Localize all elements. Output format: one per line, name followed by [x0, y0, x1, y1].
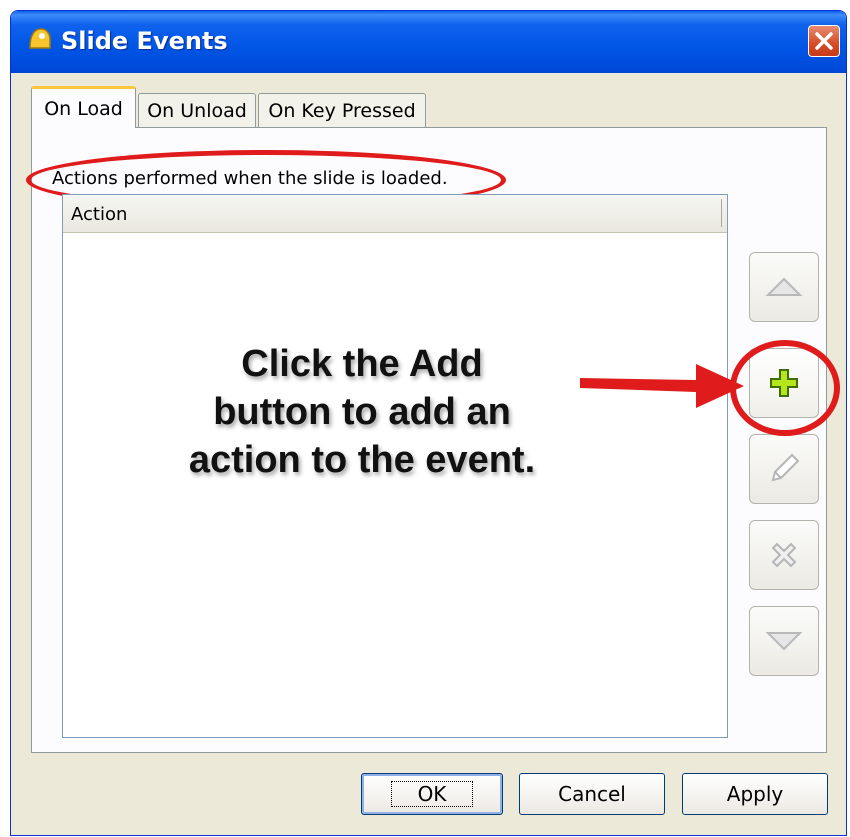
ok-button[interactable]: OK — [361, 773, 503, 815]
slide-events-dialog: Slide Events On Load On Unload On Key Pr… — [10, 10, 847, 836]
title-bar: Slide Events — [11, 11, 846, 73]
delete-action-button[interactable] — [749, 520, 819, 590]
pencil-icon — [771, 453, 800, 482]
column-divider — [721, 199, 722, 227]
tab-on-unload[interactable]: On Unload — [138, 93, 256, 127]
annotation-arrow-icon — [580, 364, 744, 408]
annotation-line-3: action to the event. — [188, 439, 536, 481]
tab-panel-on-load: Actions performed when the slide is load… — [26, 127, 840, 753]
panel-description: Actions performed when the slide is load… — [52, 168, 448, 189]
x-icon — [771, 542, 797, 568]
table-header: Action — [63, 195, 727, 233]
arrow-down-icon — [765, 632, 803, 651]
column-header-action[interactable]: Action — [71, 204, 127, 225]
cancel-button[interactable]: Cancel — [519, 773, 665, 815]
move-down-button[interactable] — [749, 606, 819, 676]
edit-action-button[interactable] — [749, 434, 819, 504]
window-title: Slide Events — [61, 27, 228, 55]
annotation-line-1: Click the Add — [241, 343, 483, 385]
ok-button-label: OK — [390, 781, 474, 807]
tab-on-load[interactable]: On Load — [31, 86, 136, 128]
annotation-line-2: button to add an — [213, 391, 511, 433]
annotation-callout: Click the Add button to add an action to… — [182, 340, 542, 484]
arrow-up-icon — [765, 277, 803, 296]
app-icon — [29, 28, 51, 49]
move-up-button[interactable] — [749, 252, 819, 322]
tab-on-key-pressed[interactable]: On Key Pressed — [258, 93, 426, 127]
close-icon — [815, 32, 833, 50]
close-button[interactable] — [808, 25, 840, 57]
apply-button[interactable]: Apply — [682, 773, 828, 815]
